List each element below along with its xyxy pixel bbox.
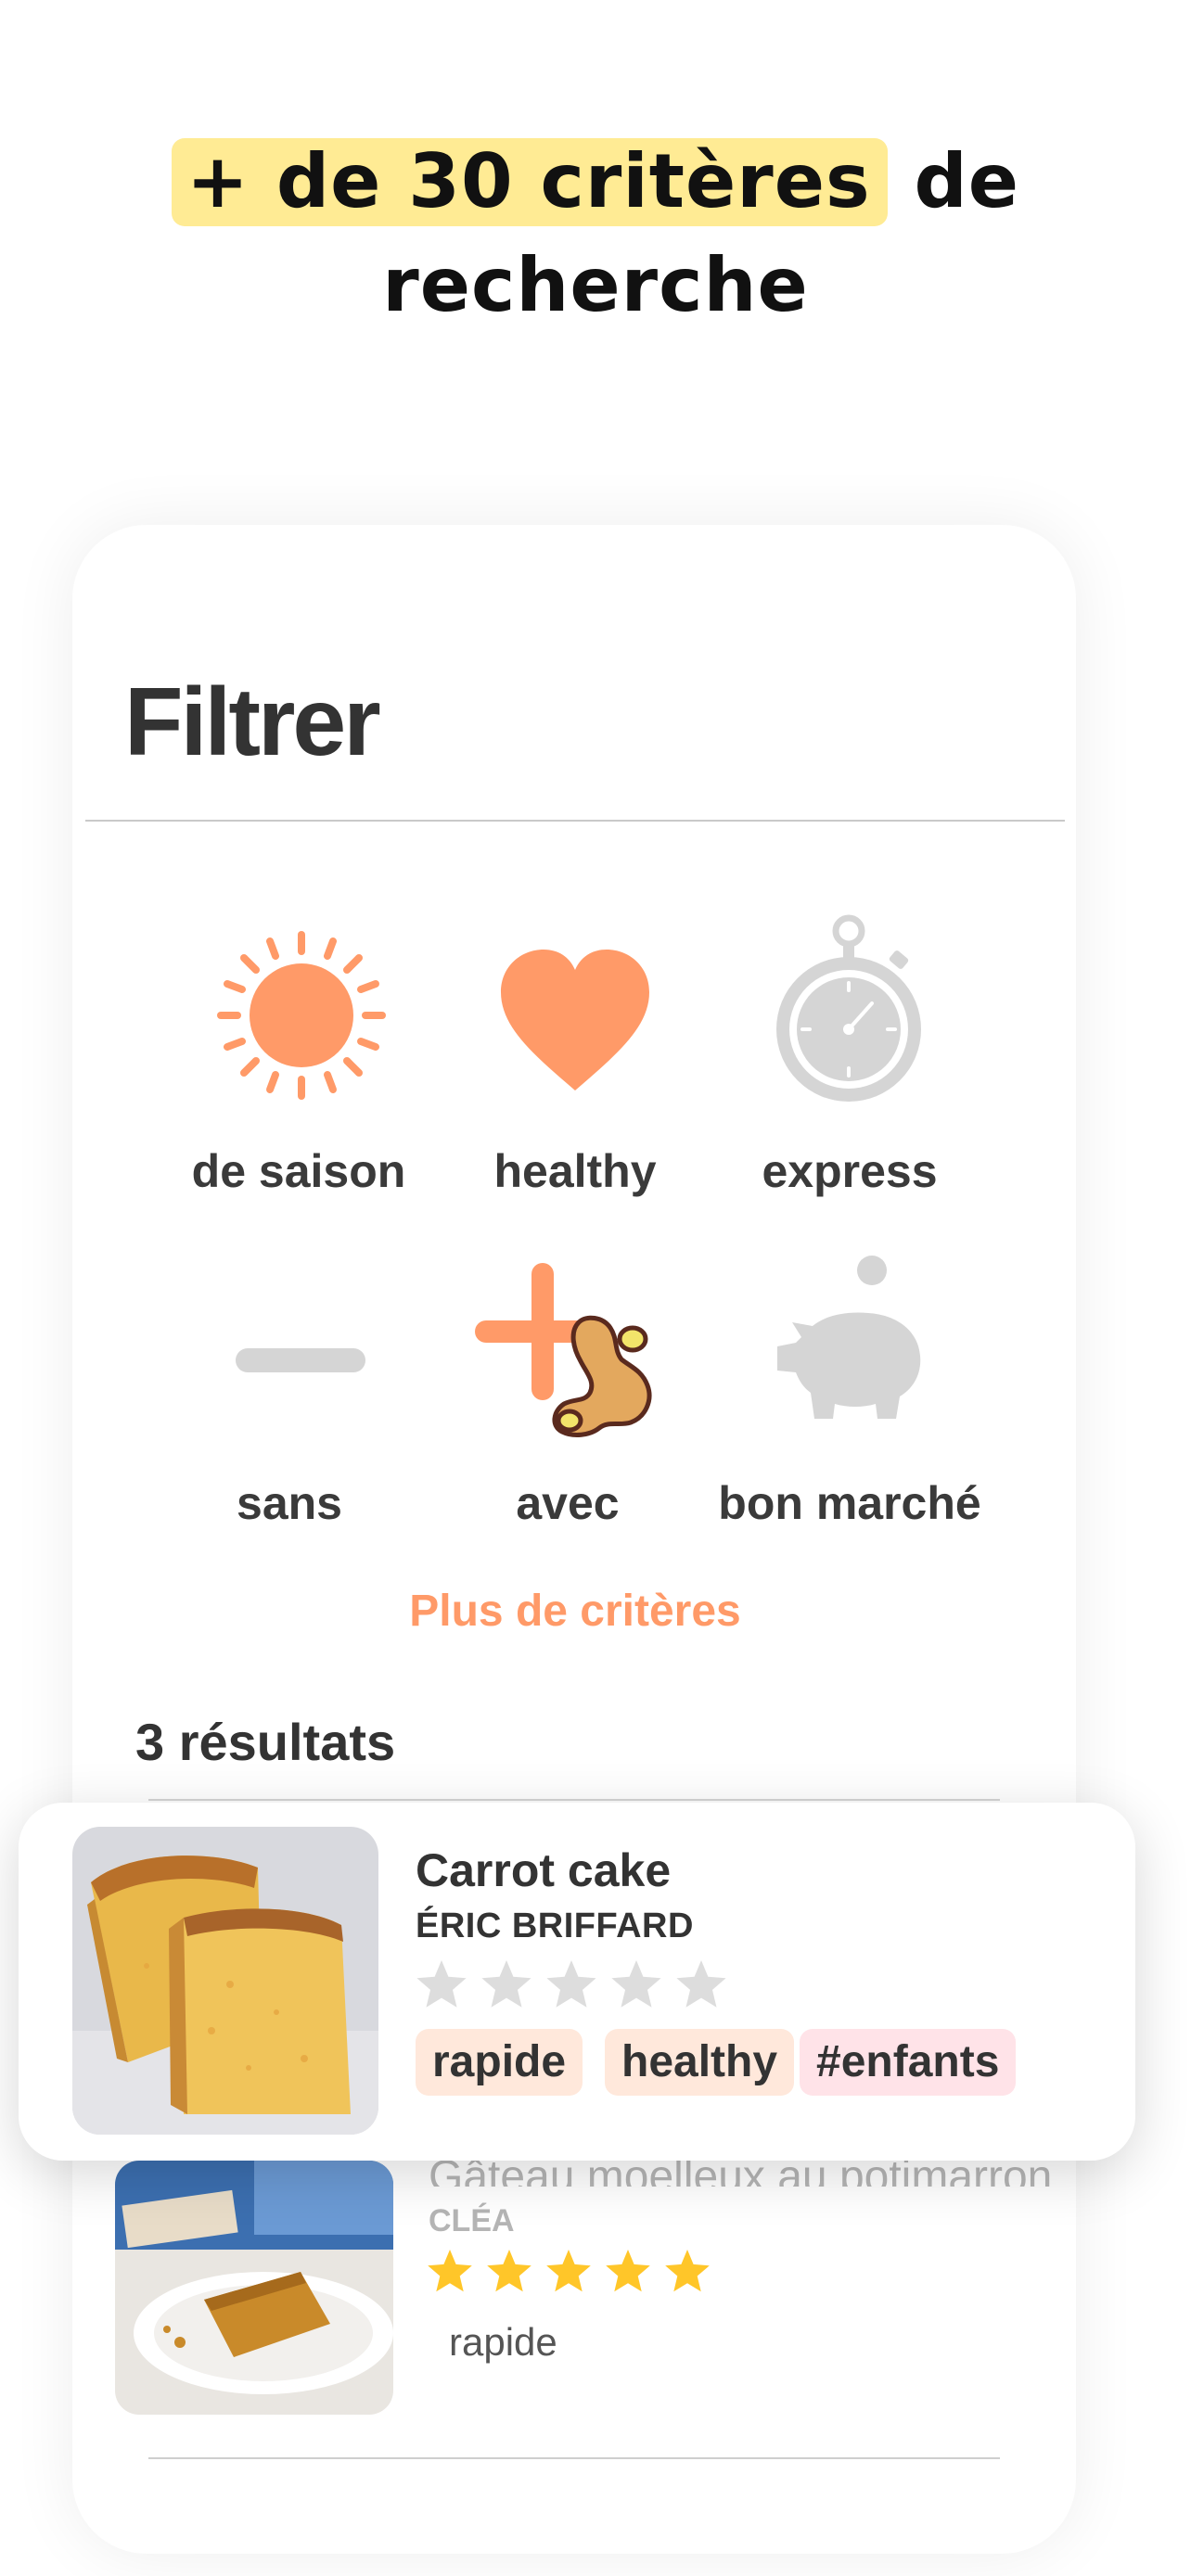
- headline-highlight: + de 30 critères: [172, 138, 888, 226]
- recipe-title[interactable]: Carrot cake: [416, 1843, 671, 1897]
- heart-icon[interactable]: [497, 946, 653, 1094]
- rating-stars: [416, 1958, 731, 2021]
- criterion-label-saison[interactable]: de saison: [160, 1144, 438, 1198]
- stopwatch-icon[interactable]: [772, 912, 929, 1107]
- star-icon: [611, 1960, 661, 2008]
- page-title: Filtrer: [124, 669, 381, 776]
- star-icon: [481, 1960, 531, 2008]
- results-count: 3 résultats: [135, 1713, 396, 1771]
- star-icon: [606, 2250, 650, 2292]
- plus-ginger-icon[interactable]: [475, 1263, 670, 1445]
- recipe-tag-rapide[interactable]: rapide: [416, 2029, 583, 2096]
- piggy-bank-icon[interactable]: [774, 1254, 922, 1430]
- sun-icon[interactable]: [213, 927, 390, 1103]
- star-icon: [546, 2250, 591, 2292]
- star-icon: [676, 1960, 726, 2008]
- recipe-tag-healthy[interactable]: healthy: [605, 2029, 795, 2096]
- headline-line-2: recherche: [382, 242, 809, 328]
- star-icon: [665, 2250, 710, 2292]
- divider: [148, 2457, 1000, 2459]
- divider: [148, 1799, 1000, 1801]
- star-icon: [546, 1960, 596, 2008]
- criterion-label-avec[interactable]: avec: [429, 1476, 707, 1530]
- recipe-author: ÉRIC BRIFFARD: [416, 1906, 694, 1945]
- star-icon: [487, 2250, 531, 2292]
- headline-line-1: + de 30 critères de: [0, 130, 1191, 234]
- headline-rest: de: [887, 138, 1019, 224]
- minus-icon[interactable]: [236, 1348, 365, 1372]
- recipe-author: CLÉA: [429, 2203, 515, 2238]
- divider: [85, 820, 1065, 822]
- recipe-tag[interactable]: rapide: [449, 2320, 557, 2365]
- criterion-label-bon-marche[interactable]: bon marché: [711, 1476, 989, 1530]
- marketing-headline: + de 30 critères de recherche: [0, 130, 1191, 338]
- criterion-label-sans[interactable]: sans: [150, 1476, 429, 1530]
- criterion-label-express[interactable]: express: [711, 1144, 989, 1198]
- rating-stars: [427, 2248, 724, 2304]
- criterion-label-healthy[interactable]: healthy: [436, 1144, 714, 1198]
- recipe-photo-potimarron[interactable]: [115, 2161, 393, 2415]
- recipe-photo-carrot-cake[interactable]: [72, 1827, 378, 2135]
- star-icon: [428, 2250, 472, 2292]
- star-icon: [416, 1960, 467, 2008]
- more-criteria-link[interactable]: Plus de critères: [0, 1586, 1150, 1637]
- recipe-tag-enfants[interactable]: #enfants: [800, 2029, 1017, 2096]
